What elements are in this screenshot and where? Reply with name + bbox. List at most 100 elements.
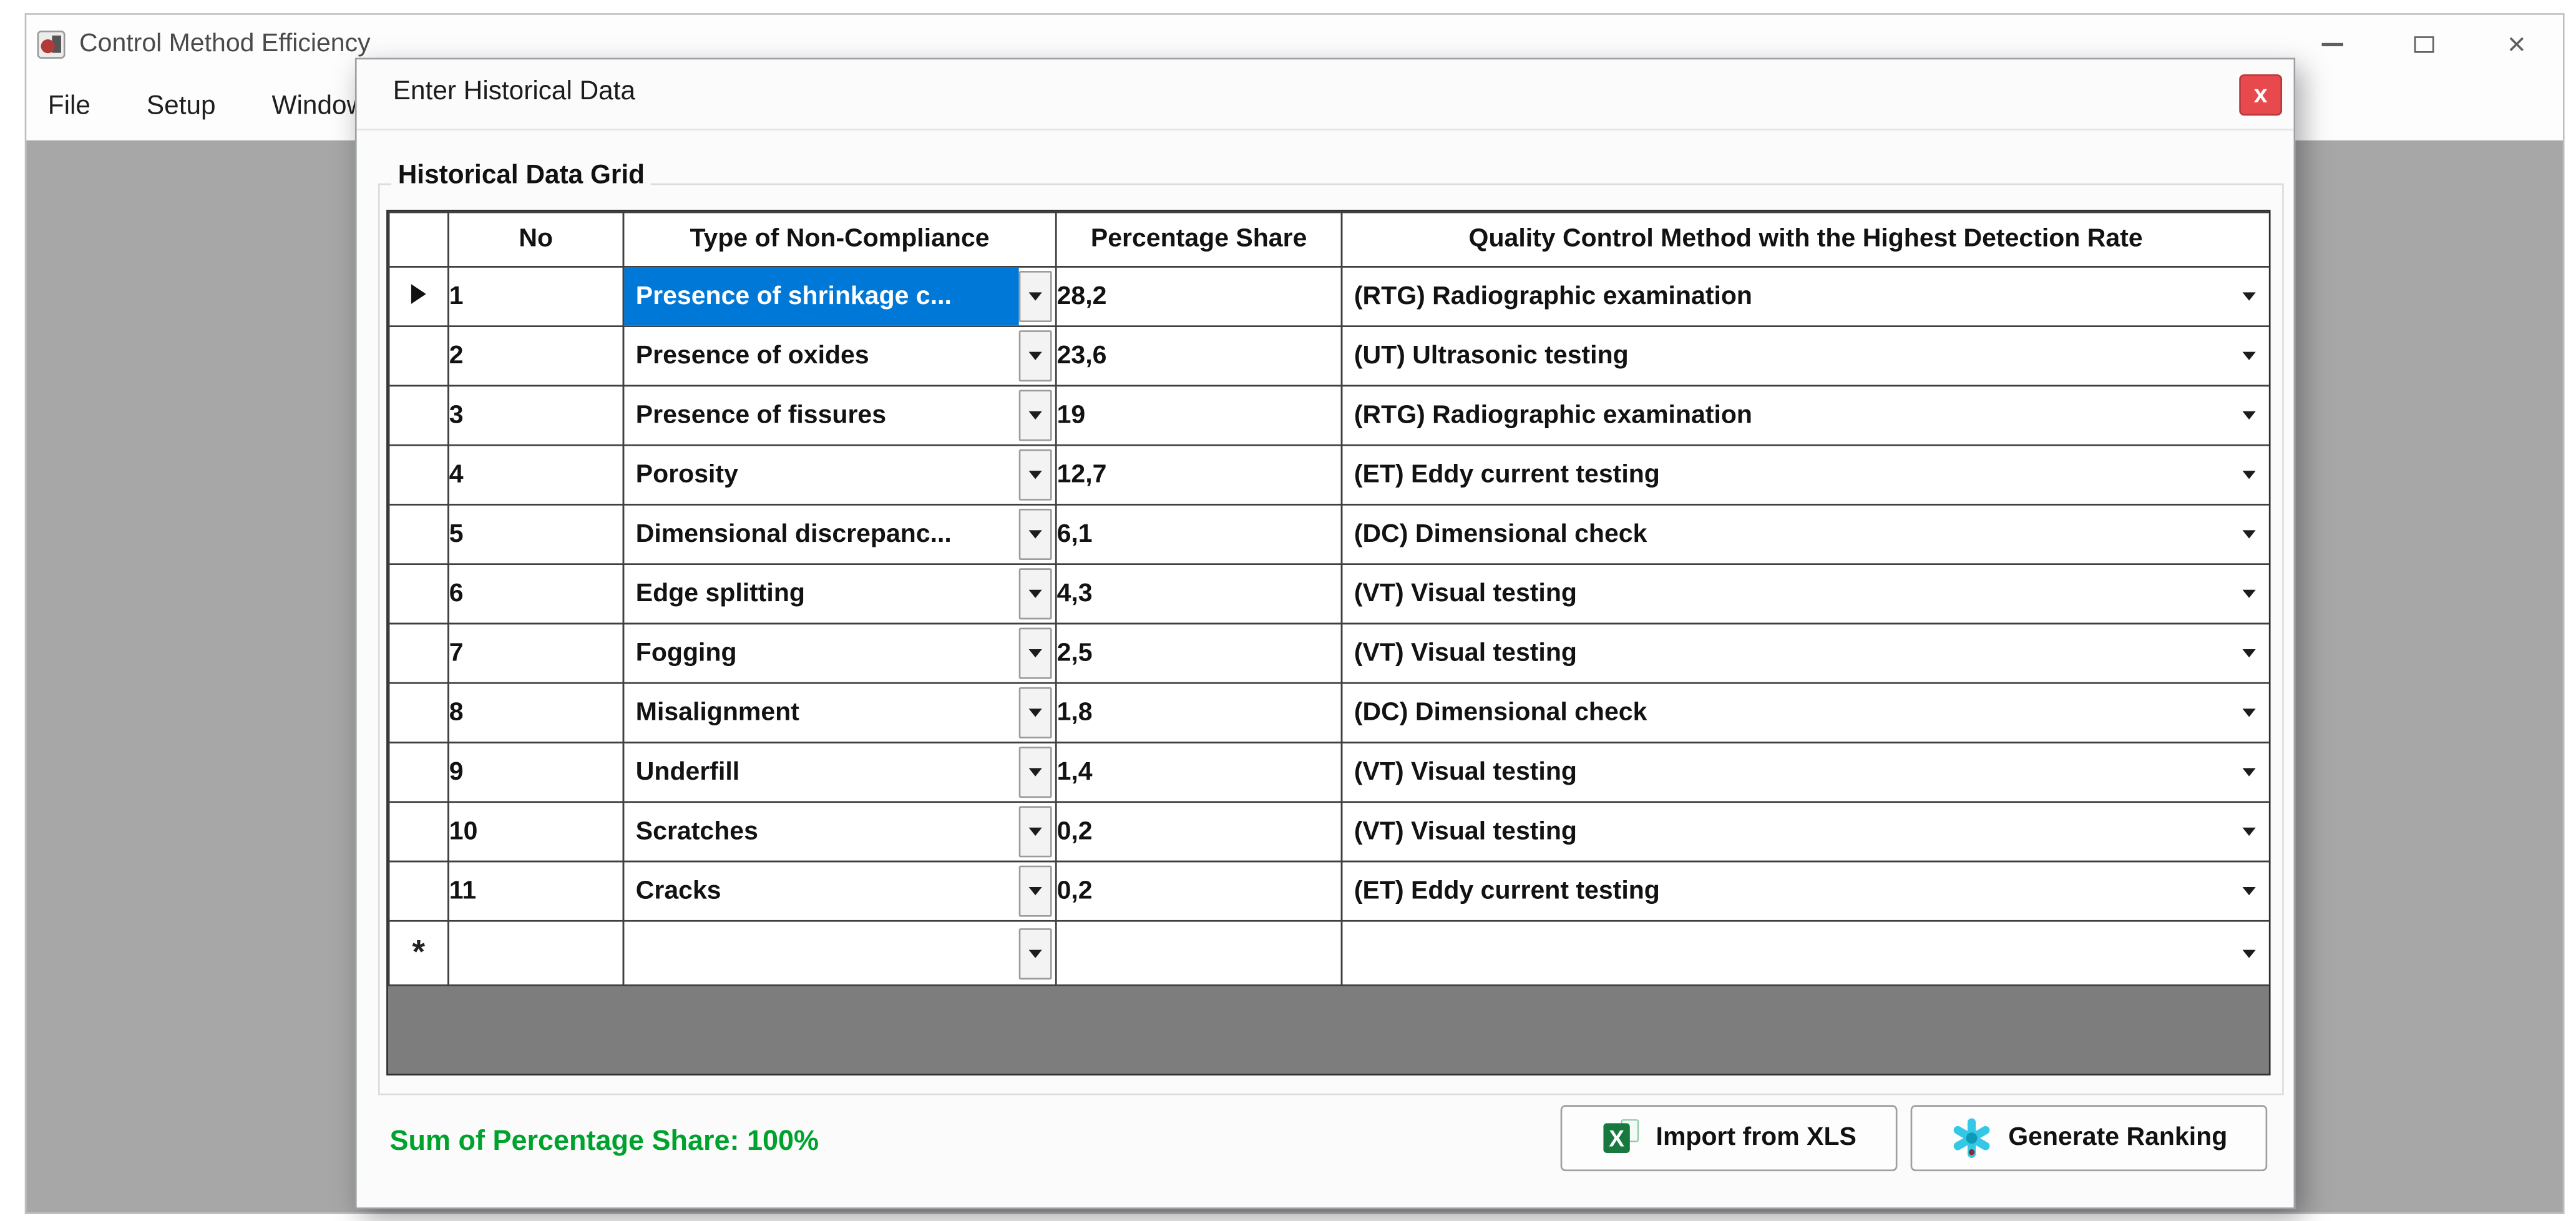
cell-share[interactable]: 19	[1056, 386, 1342, 445]
cell-no[interactable]: 7	[448, 624, 623, 683]
method-dropdown-button[interactable]	[2229, 949, 2269, 957]
type-dropdown-button[interactable]	[1019, 866, 1052, 917]
method-dropdown-button[interactable]	[2229, 828, 2269, 836]
type-dropdown-button[interactable]	[1019, 271, 1052, 322]
dialog-titlebar[interactable]: Enter Historical Data x	[357, 59, 2294, 130]
row-selector[interactable]	[389, 861, 448, 921]
type-dropdown-button[interactable]	[1019, 747, 1052, 798]
cell-type[interactable]: Fogging	[623, 624, 1056, 683]
method-dropdown-button[interactable]	[2229, 530, 2269, 538]
row-selector[interactable]	[389, 267, 448, 326]
cell-share[interactable]: 28,2	[1056, 267, 1342, 326]
app-icon	[36, 30, 66, 60]
cell-method[interactable]: (RTG) Radiographic examination	[1342, 386, 2270, 445]
cell-share[interactable]: 0,2	[1056, 861, 1342, 921]
cell-method[interactable]: (DC) Dimensional check	[1342, 504, 2270, 564]
cell-type[interactable]: Presence of shrinkage c...	[623, 267, 1056, 326]
cell-share[interactable]: 23,6	[1056, 326, 1342, 386]
menu-setup[interactable]: Setup	[147, 92, 216, 122]
cell-method[interactable]: (VT) Visual testing	[1342, 624, 2270, 683]
type-dropdown-button[interactable]	[1019, 628, 1052, 679]
cell-share[interactable]: 12,7	[1056, 445, 1342, 504]
type-dropdown-button[interactable]	[1019, 330, 1052, 381]
cell-share[interactable]: 2,5	[1056, 624, 1342, 683]
cell-method[interactable]: (RTG) Radiographic examination	[1342, 267, 2270, 326]
cell-share[interactable]: 0,2	[1056, 802, 1342, 861]
type-dropdown-button[interactable]	[1019, 806, 1052, 857]
cell-type[interactable]: Edge splitting	[623, 564, 1056, 624]
close-button[interactable]: ×	[2471, 15, 2563, 74]
cell-no[interactable]: 5	[448, 504, 623, 564]
type-dropdown-button[interactable]	[1019, 509, 1052, 560]
row-selector[interactable]	[389, 326, 448, 386]
cell-no[interactable]: 2	[448, 326, 623, 386]
cell-no[interactable]: 1	[448, 267, 623, 326]
method-dropdown-button[interactable]	[2229, 411, 2269, 419]
cell-share[interactable]: 1,4	[1056, 742, 1342, 802]
method-dropdown-button[interactable]	[2229, 887, 2269, 895]
cell-type[interactable]	[623, 921, 1056, 985]
cell-type[interactable]: Cracks	[623, 861, 1056, 921]
maximize-button[interactable]	[2378, 15, 2471, 74]
minimize-button[interactable]	[2285, 15, 2378, 74]
row-selector[interactable]	[389, 624, 448, 683]
cell-type[interactable]: Misalignment	[623, 683, 1056, 742]
cell-no[interactable]: 4	[448, 445, 623, 504]
type-dropdown-button[interactable]	[1019, 928, 1052, 979]
cell-method[interactable]: (DC) Dimensional check	[1342, 683, 2270, 742]
import-from-xls-button[interactable]: X Import from XLS	[1561, 1105, 1898, 1171]
row-selector[interactable]	[389, 445, 448, 504]
type-dropdown-button[interactable]	[1019, 449, 1052, 501]
cell-type[interactable]: Dimensional discrepanc...	[623, 504, 1056, 564]
header-type[interactable]: Type of Non-Compliance	[623, 212, 1056, 267]
row-selector[interactable]	[389, 564, 448, 624]
generate-ranking-button[interactable]: Generate Ranking	[1911, 1105, 2268, 1171]
row-selector[interactable]	[389, 386, 448, 445]
cell-share[interactable]: 4,3	[1056, 564, 1342, 624]
type-dropdown-button[interactable]	[1019, 390, 1052, 441]
cell-no[interactable]: 9	[448, 742, 623, 802]
method-dropdown-button[interactable]	[2229, 709, 2269, 717]
method-dropdown-button[interactable]	[2229, 768, 2269, 776]
type-dropdown-button[interactable]	[1019, 687, 1052, 738]
cell-no[interactable]: 3	[448, 386, 623, 445]
cell-no[interactable]	[448, 921, 623, 985]
row-selector[interactable]	[389, 742, 448, 802]
method-dropdown-button[interactable]	[2229, 292, 2269, 300]
new-row-selector[interactable]: *	[389, 921, 448, 985]
cell-method[interactable]: (ET) Eddy current testing	[1342, 445, 2270, 504]
menu-window[interactable]: Window	[272, 92, 366, 122]
row-selector[interactable]	[389, 683, 448, 742]
menu-file[interactable]: File	[48, 92, 90, 122]
dialog-close-button[interactable]: x	[2239, 74, 2282, 115]
cell-type[interactable]: Porosity	[623, 445, 1056, 504]
cell-type[interactable]: Scratches	[623, 802, 1056, 861]
cell-no[interactable]: 6	[448, 564, 623, 624]
type-dropdown-button[interactable]	[1019, 568, 1052, 619]
cell-no[interactable]: 10	[448, 802, 623, 861]
header-no[interactable]: No	[448, 212, 623, 267]
method-dropdown-button[interactable]	[2229, 352, 2269, 360]
cell-method[interactable]: (VT) Visual testing	[1342, 802, 2270, 861]
row-selector[interactable]	[389, 802, 448, 861]
header-method[interactable]: Quality Control Method with the Highest …	[1342, 212, 2270, 267]
cell-method[interactable]: (UT) Ultrasonic testing	[1342, 326, 2270, 386]
cell-type[interactable]: Presence of oxides	[623, 326, 1056, 386]
method-value: (ET) Eddy current testing	[1354, 460, 2229, 490]
cell-method[interactable]: (VT) Visual testing	[1342, 564, 2270, 624]
cell-method[interactable]: (VT) Visual testing	[1342, 742, 2270, 802]
cell-method[interactable]: (ET) Eddy current testing	[1342, 861, 2270, 921]
cell-share[interactable]: 6,1	[1056, 504, 1342, 564]
cell-no[interactable]: 8	[448, 683, 623, 742]
cell-share[interactable]	[1056, 921, 1342, 985]
cell-type[interactable]: Presence of fissures	[623, 386, 1056, 445]
header-share[interactable]: Percentage Share	[1056, 212, 1342, 267]
cell-method[interactable]	[1342, 921, 2270, 985]
cell-type[interactable]: Underfill	[623, 742, 1056, 802]
method-dropdown-button[interactable]	[2229, 590, 2269, 598]
method-dropdown-button[interactable]	[2229, 471, 2269, 479]
row-selector[interactable]	[389, 504, 448, 564]
cell-no[interactable]: 11	[448, 861, 623, 921]
cell-share[interactable]: 1,8	[1056, 683, 1342, 742]
method-dropdown-button[interactable]	[2229, 649, 2269, 657]
